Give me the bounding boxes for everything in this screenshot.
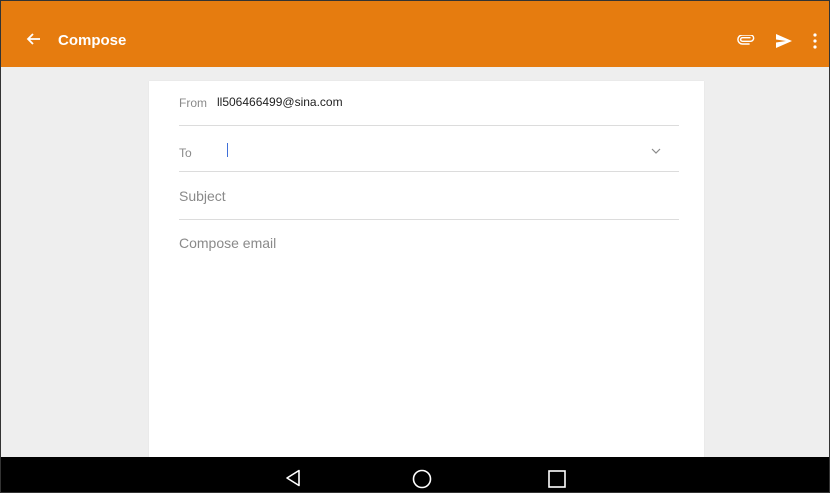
nav-back-icon[interactable]: [285, 469, 301, 487]
compose-card: From ll506466499@sina.com To: [149, 81, 704, 464]
nav-recents-icon[interactable]: [548, 470, 566, 488]
to-row: To: [179, 126, 679, 172]
subject-row: [179, 172, 679, 220]
arrow-left-icon[interactable]: [25, 31, 41, 47]
subject-input[interactable]: [179, 185, 669, 207]
to-input[interactable]: [227, 140, 631, 162]
to-label: To: [179, 146, 192, 160]
send-icon[interactable]: [776, 34, 792, 48]
system-nav-bar: [1, 457, 829, 492]
chevron-down-icon[interactable]: [651, 148, 661, 154]
text-cursor: [227, 143, 228, 157]
paperclip-icon[interactable]: [737, 35, 755, 45]
screen: Compose From ll506466499@sina.com To: [0, 0, 830, 493]
page-title: Compose: [58, 32, 127, 49]
compose-body-input[interactable]: [179, 232, 669, 254]
body-row: [179, 220, 679, 280]
app-bar: Compose: [1, 1, 829, 67]
nav-home-icon[interactable]: [412, 469, 432, 489]
from-row: From ll506466499@sina.com: [179, 81, 679, 126]
from-label: From: [179, 96, 207, 110]
more-vert-icon[interactable]: [813, 33, 817, 49]
from-value[interactable]: ll506466499@sina.com: [217, 95, 343, 109]
